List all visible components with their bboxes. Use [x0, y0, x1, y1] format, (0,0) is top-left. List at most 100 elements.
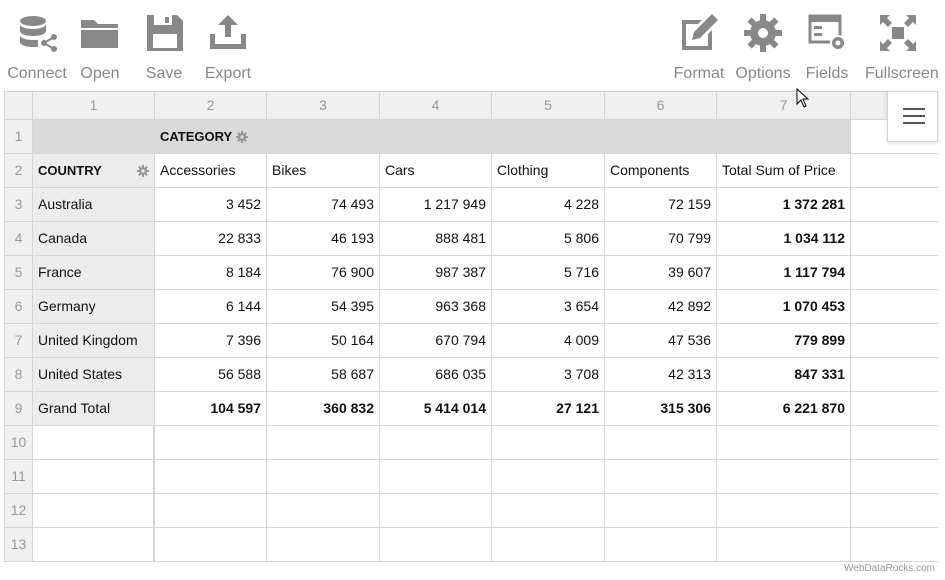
export-button[interactable]: Export [195, 12, 261, 84]
column-header[interactable]: 2 [155, 92, 267, 120]
value-cell[interactable]: 42 892 [605, 290, 717, 324]
empty-cell[interactable] [267, 426, 380, 460]
empty-cell[interactable] [380, 528, 492, 562]
row-header[interactable]: 8 [5, 358, 33, 392]
category-header-cell[interactable]: Accessories [155, 154, 267, 188]
empty-cell[interactable] [717, 426, 851, 460]
grand-total-cell[interactable]: 6 221 870 [717, 392, 851, 426]
empty-cell[interactable] [267, 460, 380, 494]
row-header[interactable]: 10 [5, 426, 33, 460]
row-header[interactable]: 7 [5, 324, 33, 358]
value-cell[interactable]: 50 164 [267, 324, 380, 358]
grand-total-cell[interactable]: 360 832 [267, 392, 380, 426]
value-cell[interactable]: 72 159 [605, 188, 717, 222]
empty-cell[interactable] [380, 426, 492, 460]
value-cell[interactable]: 3 654 [492, 290, 605, 324]
country-row-label[interactable]: France [33, 256, 155, 290]
row-header[interactable]: 6 [5, 290, 33, 324]
empty-cell[interactable] [605, 460, 717, 494]
country-gear-icon[interactable] [137, 165, 149, 177]
value-cell[interactable]: 39 607 [605, 256, 717, 290]
empty-cell[interactable] [492, 494, 605, 528]
value-cell[interactable]: 6 144 [155, 290, 267, 324]
column-header[interactable]: 1 [33, 92, 155, 120]
value-cell[interactable]: 70 799 [605, 222, 717, 256]
grand-total-cell[interactable]: 5 414 014 [380, 392, 492, 426]
value-cell[interactable]: 74 493 [267, 188, 380, 222]
row-total-cell[interactable]: 1 117 794 [717, 256, 851, 290]
row-header[interactable]: 9 [5, 392, 33, 426]
value-cell[interactable]: 56 588 [155, 358, 267, 392]
empty-cell[interactable] [717, 494, 851, 528]
value-cell[interactable]: 42 313 [605, 358, 717, 392]
row-header[interactable]: 4 [5, 222, 33, 256]
value-cell[interactable]: 3 708 [492, 358, 605, 392]
row-header[interactable]: 13 [5, 528, 33, 562]
country-row-label[interactable]: Canada [33, 222, 155, 256]
value-cell[interactable]: 7 396 [155, 324, 267, 358]
value-cell[interactable]: 58 687 [267, 358, 380, 392]
row-total-cell[interactable]: 1 372 281 [717, 188, 851, 222]
empty-cell[interactable] [851, 460, 938, 494]
empty-cell[interactable] [267, 494, 380, 528]
row-header[interactable]: 1 [5, 120, 33, 154]
value-cell[interactable]: 4 009 [492, 324, 605, 358]
value-cell[interactable]: 46 193 [267, 222, 380, 256]
value-cell[interactable]: 22 833 [155, 222, 267, 256]
options-button[interactable]: Options [730, 12, 796, 84]
value-cell[interactable]: 686 035 [380, 358, 492, 392]
category-header-cell[interactable]: Bikes [267, 154, 380, 188]
empty-cell[interactable] [33, 460, 155, 494]
grand-total-cell[interactable]: 315 306 [605, 392, 717, 426]
category-header-cell[interactable]: Cars [380, 154, 492, 188]
empty-cell[interactable] [380, 460, 492, 494]
column-header[interactable]: 6 [605, 92, 717, 120]
category-gear-icon[interactable] [236, 131, 249, 144]
empty-cell[interactable] [717, 528, 851, 562]
country-row-label[interactable]: Germany [33, 290, 155, 324]
hamburger-menu-button[interactable] [887, 91, 938, 142]
fields-button[interactable]: Fields [794, 12, 860, 84]
value-cell[interactable]: 5 716 [492, 256, 605, 290]
row-header[interactable]: 2 [5, 154, 33, 188]
grand-total-cell[interactable]: 104 597 [155, 392, 267, 426]
empty-cell[interactable] [155, 494, 267, 528]
row-total-cell[interactable]: 1 070 453 [717, 290, 851, 324]
grand-total-label[interactable]: Grand Total [33, 392, 155, 426]
empty-cell[interactable] [605, 494, 717, 528]
grand-total-cell[interactable]: 27 121 [492, 392, 605, 426]
empty-cell[interactable] [33, 426, 155, 460]
value-cell[interactable]: 963 368 [380, 290, 492, 324]
value-cell[interactable]: 5 806 [492, 222, 605, 256]
value-cell[interactable]: 670 794 [380, 324, 492, 358]
save-button[interactable]: Save [131, 12, 197, 84]
empty-cell[interactable] [492, 426, 605, 460]
format-button[interactable]: Format [666, 12, 732, 84]
empty-cell[interactable] [492, 460, 605, 494]
value-cell[interactable]: 8 184 [155, 256, 267, 290]
empty-cell[interactable] [851, 494, 938, 528]
empty-cell[interactable] [851, 528, 938, 562]
empty-cell[interactable] [33, 494, 155, 528]
empty-cell[interactable] [851, 426, 938, 460]
value-cell[interactable]: 76 900 [267, 256, 380, 290]
empty-cell[interactable] [33, 528, 155, 562]
category-header-cell[interactable]: Clothing [492, 154, 605, 188]
country-row-label[interactable]: Australia [33, 188, 155, 222]
fullscreen-button[interactable]: Fullscreen [865, 12, 939, 84]
value-cell[interactable]: 1 217 949 [380, 188, 492, 222]
row-header[interactable]: 11 [5, 460, 33, 494]
country-row-label[interactable]: United States [33, 358, 155, 392]
empty-cell[interactable] [155, 528, 267, 562]
column-header[interactable]: 4 [380, 92, 492, 120]
empty-cell[interactable] [717, 460, 851, 494]
column-header[interactable]: 7 [717, 92, 851, 120]
open-button[interactable]: Open [67, 12, 133, 84]
row-total-cell[interactable]: 1 034 112 [717, 222, 851, 256]
total-header-cell[interactable]: Total Sum of Price [717, 154, 851, 188]
empty-cell[interactable] [155, 460, 267, 494]
category-field-header[interactable]: CATEGORY [155, 120, 851, 154]
value-cell[interactable]: 3 452 [155, 188, 267, 222]
row-header[interactable]: 3 [5, 188, 33, 222]
value-cell[interactable]: 4 228 [492, 188, 605, 222]
